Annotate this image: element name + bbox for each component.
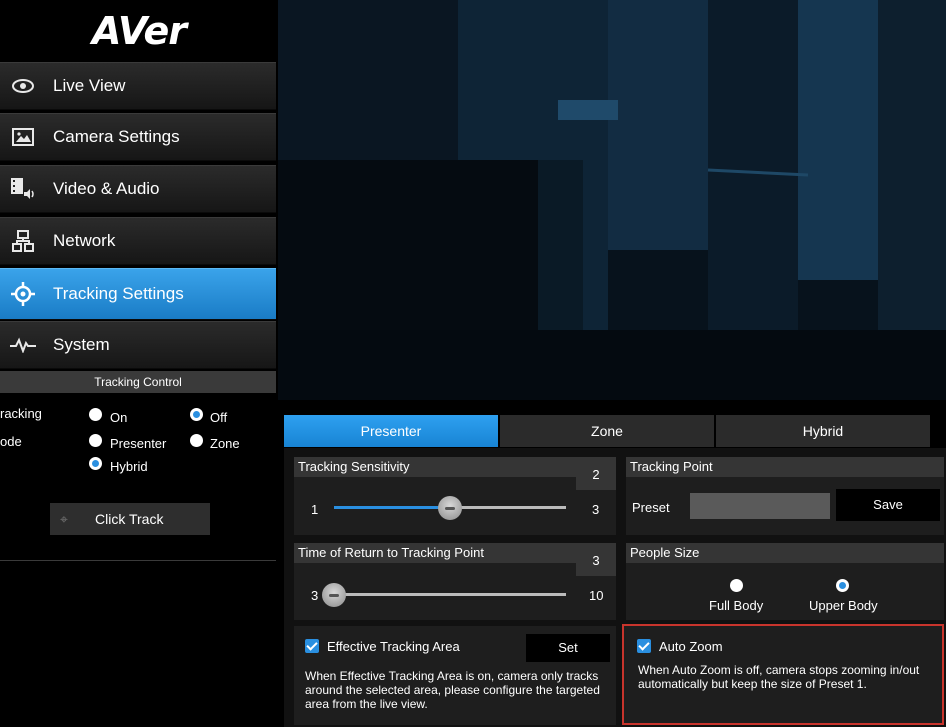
save-button[interactable]: Save	[836, 489, 940, 521]
tracking-control-header: Tracking Control	[0, 371, 276, 393]
auto-zoom-description: When Auto Zoom is off, camera stops zoom…	[638, 663, 920, 691]
tracking-sensitivity-value: 2	[576, 460, 616, 490]
upper-body-radio[interactable]	[836, 579, 849, 592]
mode-presenter-label: Presenter	[110, 436, 167, 451]
upper-body-label: Upper Body	[809, 598, 878, 613]
tracking-sensitivity-fill	[334, 506, 450, 509]
mode-presenter-radio[interactable]	[89, 434, 102, 447]
mode-label: ode	[0, 434, 22, 449]
image-icon	[8, 125, 38, 149]
return-time-value: 3	[576, 546, 616, 576]
mode-hybrid-label: Hybrid	[110, 459, 148, 474]
crosshair-icon	[8, 282, 38, 306]
sidebar-item-tracking-settings[interactable]: Tracking Settings	[0, 268, 276, 320]
sidebar-divider	[0, 560, 276, 561]
mode-hybrid-radio[interactable]	[89, 457, 102, 470]
tracking-off-radio[interactable]	[190, 408, 203, 421]
sidebar-item-label: Camera Settings	[53, 127, 180, 146]
effective-area-description: When Effective Tracking Area is on, came…	[305, 669, 600, 711]
click-track-label: Click Track	[95, 511, 164, 527]
auto-zoom-checkbox[interactable]	[637, 639, 651, 653]
sidebar-item-label: Network	[53, 231, 116, 250]
sidebar-item-camera-settings[interactable]: Camera Settings	[0, 113, 276, 161]
mode-zone-radio[interactable]	[190, 434, 203, 447]
full-body-radio[interactable]	[730, 579, 743, 592]
return-time-max: 10	[589, 588, 604, 603]
set-button[interactable]: Set	[526, 634, 610, 662]
tab-presenter[interactable]: Presenter	[284, 415, 498, 447]
people-size-panel: People Size	[626, 543, 944, 620]
tracking-on-label: On	[110, 410, 128, 425]
return-time-thumb[interactable]	[322, 583, 346, 607]
pulse-icon	[8, 333, 38, 357]
return-time-title: Time of Return to Tracking Point	[294, 543, 616, 563]
mode-zone-label: Zone	[210, 436, 240, 451]
tracking-sensitivity-title: Tracking Sensitivity	[294, 457, 616, 477]
eye-icon	[8, 74, 38, 98]
video-audio-icon	[8, 177, 38, 201]
sidebar-item-video-audio[interactable]: Video & Audio	[0, 165, 276, 213]
sidebar-item-system[interactable]: System	[0, 321, 276, 369]
preset-select[interactable]	[690, 493, 830, 519]
tracking-label: racking	[0, 406, 42, 421]
sidebar-item-live-view[interactable]: Live View	[0, 62, 276, 110]
crosshair-icon: ⌖	[60, 510, 68, 527]
brand-logo: AVer	[0, 0, 278, 62]
sidebar-item-label: Live View	[53, 76, 126, 95]
network-icon	[8, 229, 38, 253]
tracking-sensitivity-thumb[interactable]	[438, 496, 462, 520]
tracking-off-label: Off	[210, 410, 228, 425]
click-track-button[interactable]: ⌖ Click Track	[50, 503, 210, 535]
preset-label: Preset	[632, 500, 670, 515]
tab-hybrid[interactable]: Hybrid	[716, 415, 930, 447]
auto-zoom-label: Auto Zoom	[659, 639, 723, 654]
live-view-video[interactable]	[278, 0, 946, 400]
sidebar-item-label: Video & Audio	[53, 179, 160, 198]
tracking-sensitivity-max: 3	[592, 502, 600, 517]
logo-text: AVer	[92, 9, 187, 53]
return-time-track[interactable]	[334, 593, 566, 596]
tracking-sensitivity-panel: Tracking Sensitivity	[294, 457, 616, 535]
sidebar-item-label: Tracking Settings	[53, 284, 184, 303]
sidebar-item-label: System	[53, 335, 110, 354]
tracking-on-radio[interactable]	[89, 408, 102, 421]
sidebar: AVer Live View Camera Settings Video & A…	[0, 0, 278, 727]
return-time-panel: Time of Return to Tracking Point	[294, 543, 616, 620]
tracking-sensitivity-min: 1	[311, 502, 319, 517]
tab-zone[interactable]: Zone	[500, 415, 714, 447]
people-size-title: People Size	[626, 543, 944, 563]
effective-area-label: Effective Tracking Area	[327, 639, 460, 654]
return-time-min: 3	[311, 588, 319, 603]
sidebar-item-network[interactable]: Network	[0, 217, 276, 265]
effective-area-checkbox[interactable]	[305, 639, 319, 653]
live-view-scene	[278, 0, 946, 400]
tracking-point-title: Tracking Point	[626, 457, 944, 477]
full-body-label: Full Body	[709, 598, 764, 613]
